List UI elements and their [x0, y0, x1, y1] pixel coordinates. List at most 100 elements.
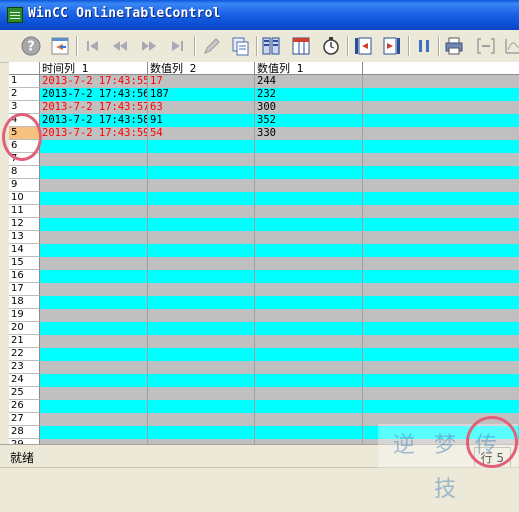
table-row[interactable]: 24	[9, 374, 519, 387]
column-header-value-2[interactable]: 数值列 2	[148, 62, 255, 75]
table-row[interactable]: 1 2013-7-2 17:43:55 17 244	[9, 75, 519, 88]
table-cell[interactable]	[255, 153, 363, 166]
next-column-button[interactable]	[381, 35, 403, 57]
table-row[interactable]: 20	[9, 322, 519, 335]
table-cell[interactable]	[148, 270, 255, 283]
table-row[interactable]: 7	[9, 153, 519, 166]
table-cell[interactable]	[40, 387, 148, 400]
table-cell[interactable]	[40, 218, 148, 231]
row-number[interactable]: 18	[9, 296, 40, 309]
previous-column-button[interactable]	[352, 35, 374, 57]
table-row[interactable]: 2 2013-7-2 17:43:56 187 232	[9, 88, 519, 101]
table-cell[interactable]	[40, 231, 148, 244]
table-row[interactable]: 23	[9, 361, 519, 374]
row-number[interactable]: 15	[9, 257, 40, 270]
table-cell[interactable]	[40, 257, 148, 270]
table-row[interactable]: 19	[9, 309, 519, 322]
table-cell[interactable]	[255, 231, 363, 244]
table-cell[interactable]: 54	[148, 127, 255, 140]
row-number[interactable]: 3	[9, 101, 40, 114]
row-number[interactable]: 22	[9, 348, 40, 361]
table-cell[interactable]	[148, 309, 255, 322]
table-cell[interactable]	[148, 257, 255, 270]
table-cell[interactable]	[148, 231, 255, 244]
copy-button[interactable]	[229, 35, 251, 57]
table-cell[interactable]	[148, 205, 255, 218]
ruler-button[interactable]	[475, 35, 497, 57]
row-number[interactable]: 20	[9, 322, 40, 335]
table-row[interactable]: 9	[9, 179, 519, 192]
table-row[interactable]: 13	[9, 231, 519, 244]
table-cell[interactable]: 300	[255, 101, 363, 114]
table-cell[interactable]	[148, 218, 255, 231]
table-cell[interactable]	[40, 322, 148, 335]
table-cell[interactable]	[40, 335, 148, 348]
table-cell[interactable]	[255, 322, 363, 335]
table-cell[interactable]	[148, 361, 255, 374]
row-number[interactable]: 1	[9, 75, 40, 88]
table-cell[interactable]	[255, 400, 363, 413]
row-number[interactable]: 23	[9, 361, 40, 374]
table-cell[interactable]	[255, 140, 363, 153]
column-header-time-1[interactable]: 时间列 1	[40, 62, 148, 75]
table-cell[interactable]	[40, 244, 148, 257]
table-row[interactable]: 10	[9, 192, 519, 205]
table-cell[interactable]	[148, 192, 255, 205]
table-cell[interactable]	[40, 426, 148, 439]
table-cell[interactable]	[255, 335, 363, 348]
table-cell[interactable]	[255, 387, 363, 400]
statistics-button[interactable]	[503, 35, 519, 57]
table-cell[interactable]: 187	[148, 88, 255, 101]
next-record-button[interactable]	[138, 35, 160, 57]
table-row[interactable]: 25	[9, 387, 519, 400]
table-cell[interactable]	[148, 400, 255, 413]
row-number[interactable]: 8	[9, 166, 40, 179]
row-number[interactable]: 21	[9, 335, 40, 348]
table-cell[interactable]	[255, 374, 363, 387]
row-number[interactable]: 11	[9, 205, 40, 218]
table-cell[interactable]: 330	[255, 127, 363, 140]
table-row[interactable]: 15	[9, 257, 519, 270]
table-row[interactable]: 4 2013-7-2 17:43:58 91 352	[9, 114, 519, 127]
table-row[interactable]: 18	[9, 296, 519, 309]
table-cell[interactable]	[255, 244, 363, 257]
table-cell[interactable]	[255, 283, 363, 296]
table-cell[interactable]	[148, 140, 255, 153]
table-cell[interactable]: 2013-7-2 17:43:59	[40, 127, 148, 140]
table-cell[interactable]: 232	[255, 88, 363, 101]
table-cell[interactable]: 2013-7-2 17:43:55	[40, 75, 148, 88]
title-bar[interactable]: WinCC OnlineTableControl	[0, 0, 519, 30]
row-number[interactable]: 16	[9, 270, 40, 283]
table-cell[interactable]	[148, 335, 255, 348]
table-cell[interactable]	[148, 348, 255, 361]
table-cell[interactable]	[148, 426, 255, 439]
previous-record-button[interactable]	[109, 35, 131, 57]
table-cell[interactable]	[40, 153, 148, 166]
table-row[interactable]: 5 2013-7-2 17:43:59 54 330	[9, 127, 519, 140]
table-cell[interactable]	[40, 296, 148, 309]
row-number[interactable]: 27	[9, 413, 40, 426]
table-cell[interactable]	[148, 153, 255, 166]
row-number[interactable]: 19	[9, 309, 40, 322]
table-cell[interactable]	[148, 387, 255, 400]
row-number[interactable]: 13	[9, 231, 40, 244]
table-cell[interactable]: 2013-7-2 17:43:56	[40, 88, 148, 101]
table-cell[interactable]	[148, 413, 255, 426]
row-number[interactable]: 14	[9, 244, 40, 257]
table-cell[interactable]	[40, 283, 148, 296]
table-row[interactable]: 21	[9, 335, 519, 348]
table-cell[interactable]	[255, 205, 363, 218]
table-cell[interactable]	[255, 361, 363, 374]
table-cell[interactable]	[255, 296, 363, 309]
row-number[interactable]: 28	[9, 426, 40, 439]
table-cell[interactable]	[255, 348, 363, 361]
online-table[interactable]: 时间列 1 数值列 2 数值列 1 1 2013-7-2 17:43:55 17 24…	[9, 62, 519, 444]
table-cell[interactable]: 63	[148, 101, 255, 114]
stop-button[interactable]	[413, 35, 435, 57]
table-row[interactable]: 17	[9, 283, 519, 296]
table-cell[interactable]	[40, 192, 148, 205]
row-number[interactable]: 9	[9, 179, 40, 192]
table-cell[interactable]	[255, 179, 363, 192]
table-row[interactable]: 11	[9, 205, 519, 218]
config-button[interactable]	[49, 35, 71, 57]
